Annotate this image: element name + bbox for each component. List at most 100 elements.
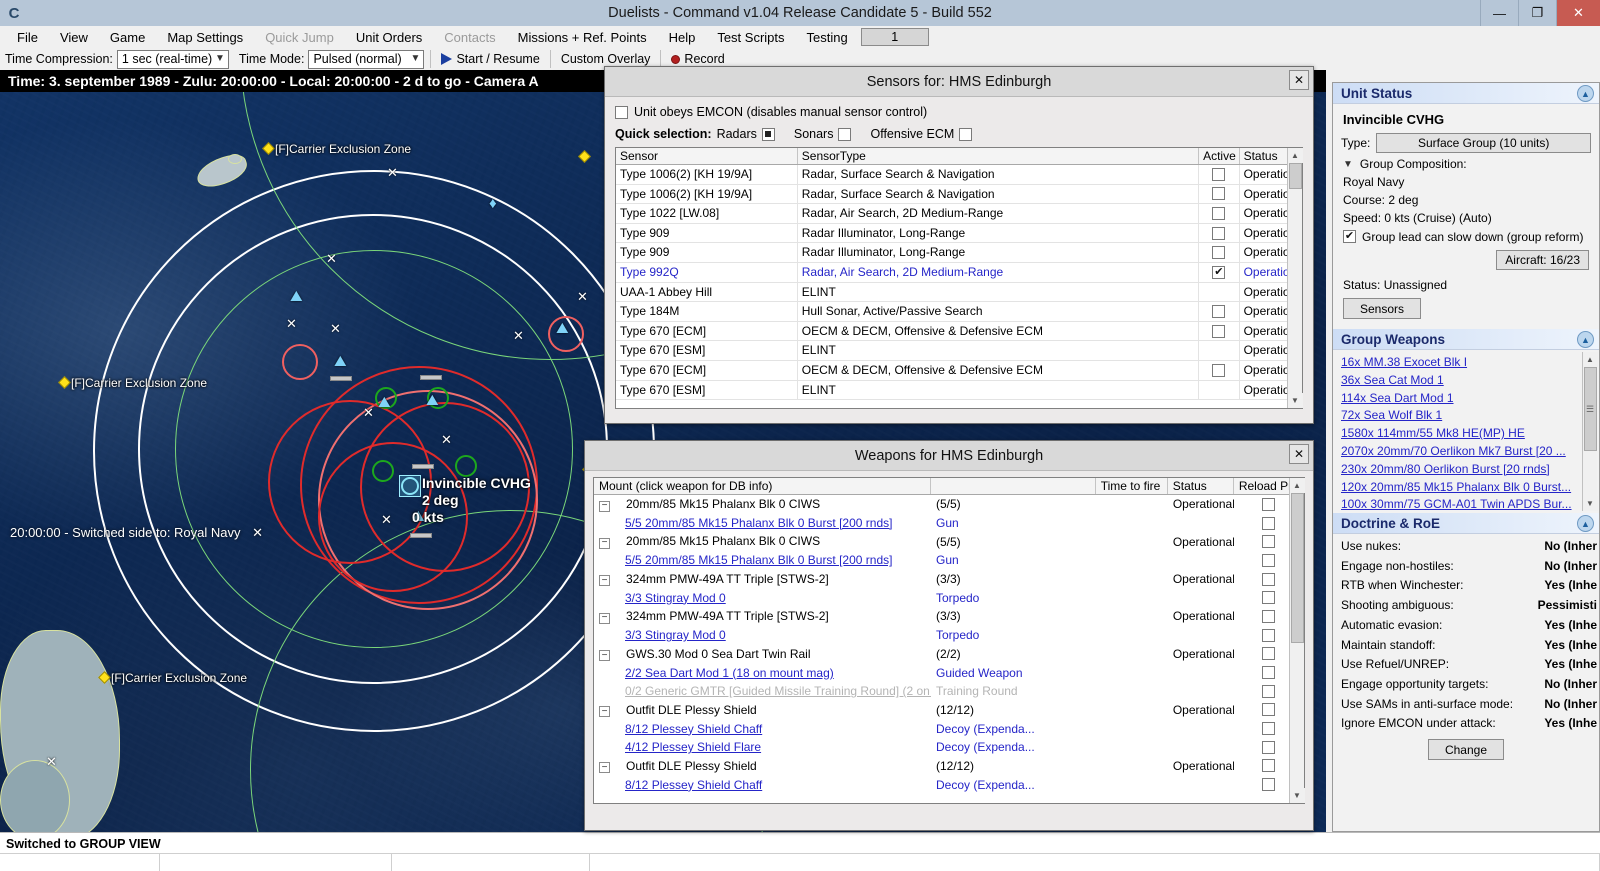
menu-file[interactable]: File	[6, 28, 49, 47]
sensor-active-cell[interactable]	[1199, 224, 1240, 243]
ship-icon[interactable]: ⛰	[290, 288, 303, 305]
scroll-up-icon[interactable]: ▲	[1583, 352, 1598, 367]
column-active[interactable]: Active	[1199, 148, 1240, 164]
scrollbar-thumb[interactable]: ☰	[1584, 367, 1597, 451]
sensor-active-checkbox[interactable]	[1212, 227, 1225, 240]
sensors-table-scrollbar[interactable]: ▲ ▼	[1287, 148, 1302, 408]
sensor-active-cell[interactable]	[1199, 341, 1240, 360]
sensor-active-cell[interactable]	[1199, 283, 1240, 302]
weapon-link[interactable]: 4/12 Plessey Shield Flare	[625, 740, 761, 754]
table-row[interactable]: Type 670 [ESM]ELINTOperational	[616, 381, 1302, 401]
group-weapon-link[interactable]: 100x 30mm/75 GCM-A01 Twin APDS Bur...	[1341, 496, 1599, 513]
group-weapon-link[interactable]: 2070x 20mm/70 Oerlikon Mk7 Burst [20 ...	[1341, 443, 1599, 461]
ship-icon[interactable]: ♦	[489, 195, 497, 212]
table-row[interactable]: Type 184MHull Sonar, Active/Passive Sear…	[616, 302, 1302, 322]
contact-marker[interactable]: ✕	[286, 316, 297, 332]
reload-priority-checkbox[interactable]	[1262, 573, 1275, 586]
record-button[interactable]: Record	[667, 52, 728, 66]
sensor-active-checkbox[interactable]	[1212, 325, 1225, 338]
weapon-mount-cell[interactable]: −Outfit DLE Plessy Shield	[594, 759, 931, 774]
expander-icon[interactable]: −	[599, 762, 610, 773]
scroll-down-icon[interactable]: ▼	[1288, 393, 1303, 408]
unit-bar-icon[interactable]	[410, 533, 432, 538]
reload-priority-checkbox[interactable]	[1262, 591, 1275, 604]
ship-icon[interactable]: ⛰	[378, 394, 391, 411]
scroll-up-icon[interactable]: ▲	[1288, 148, 1303, 163]
reload-priority-checkbox[interactable]	[1262, 722, 1275, 735]
column-loadout[interactable]	[931, 478, 1096, 494]
ship-icon[interactable]: ⛰	[334, 353, 347, 370]
collapse-icon[interactable]: ▲	[1577, 331, 1594, 348]
scroll-up-icon[interactable]: ▲	[1290, 478, 1305, 493]
table-row[interactable]: Type 992QRadar, Air Search, 2D Medium-Ra…	[616, 263, 1302, 283]
sensor-active-checkbox[interactable]	[1212, 305, 1225, 318]
group-lead-slowdown-row[interactable]: Group lead can slow down (group reform)	[1343, 230, 1591, 244]
map-message-close-icon[interactable]: ✕	[252, 525, 263, 540]
sensor-active-cell[interactable]	[1199, 322, 1240, 341]
minimize-button[interactable]: —	[1480, 0, 1518, 26]
table-row[interactable]: Type 909Radar Illuminator, Long-RangeOpe…	[616, 243, 1302, 263]
maximize-button[interactable]: ❐	[1518, 0, 1556, 26]
reload-priority-checkbox[interactable]	[1262, 647, 1275, 660]
group-weapon-link[interactable]: 72x Sea Wolf Blk 1	[1341, 407, 1599, 425]
emcon-checkbox[interactable]	[615, 106, 628, 119]
reload-priority-checkbox[interactable]	[1262, 666, 1275, 679]
table-row[interactable]: −Outfit DLE Plessy Shield(12/12)Operatio…	[594, 757, 1304, 776]
weapon-mount-cell[interactable]: −GWS.30 Mod 0 Sea Dart Twin Rail	[594, 647, 931, 662]
weapon-mount-cell[interactable]: 8/12 Plessey Shield Chaff	[594, 778, 931, 792]
expander-icon[interactable]: −	[599, 706, 610, 717]
table-row[interactable]: 0/2 Generic GMTR [Guided Missile Trainin…	[594, 682, 1304, 701]
ship-icon[interactable]: ⛰	[426, 392, 439, 409]
reload-priority-checkbox[interactable]	[1262, 517, 1275, 530]
sensors-table[interactable]: Sensor SensorType Active Status Type 100…	[615, 147, 1303, 409]
reload-priority-checkbox[interactable]	[1262, 535, 1275, 548]
group-weapon-link[interactable]: 36x Sea Cat Mod 1	[1341, 372, 1599, 390]
weapon-link[interactable]: 2/2 Sea Dart Mod 1 (18 on mount mag)	[625, 666, 834, 680]
contact-marker[interactable]: ✕	[387, 165, 398, 181]
table-row[interactable]: −20mm/85 Mk15 Phalanx Blk 0 CIWS(5/5)Ope…	[594, 495, 1304, 514]
expander-icon[interactable]: −	[599, 575, 610, 586]
sensor-active-cell[interactable]	[1199, 263, 1240, 282]
weapon-link[interactable]: 3/3 Stingray Mod 0	[625, 591, 726, 605]
reload-priority-checkbox[interactable]	[1262, 554, 1275, 567]
reload-priority-checkbox[interactable]	[1262, 610, 1275, 623]
collapse-icon[interactable]: ▲	[1577, 85, 1594, 102]
expander-icon[interactable]: −	[599, 538, 610, 549]
emcon-checkbox-row[interactable]: Unit obeys EMCON (disables manual sensor…	[615, 105, 1313, 119]
weapon-mount-cell[interactable]: 5/5 20mm/85 Mk15 Phalanx Blk 0 Burst [20…	[594, 516, 931, 530]
weapon-link[interactable]: 5/5 20mm/85 Mk15 Phalanx Blk 0 Burst [20…	[625, 516, 892, 530]
group-weapon-link[interactable]: 114x Sea Dart Mod 1	[1341, 390, 1599, 408]
sensor-active-cell[interactable]	[1199, 165, 1240, 184]
column-mount[interactable]: Mount (click weapon for DB info)	[594, 478, 931, 494]
table-row[interactable]: 5/5 20mm/85 Mk15 Phalanx Blk 0 Burst [20…	[594, 514, 1304, 533]
table-row[interactable]: −20mm/85 Mk15 Phalanx Blk 0 CIWS(5/5)Ope…	[594, 532, 1304, 551]
close-button[interactable]: ✕	[1556, 0, 1600, 26]
weapon-mount-cell[interactable]: 3/3 Stingray Mod 0	[594, 628, 931, 642]
menu-missions-ref-points[interactable]: Missions + Ref. Points	[507, 28, 658, 47]
table-row[interactable]: −324mm PMW-49A TT Triple [STWS-2](3/3)Op…	[594, 607, 1304, 626]
weapon-mount-cell[interactable]: 8/12 Plessey Shield Chaff	[594, 722, 931, 736]
expander-icon[interactable]: −	[599, 501, 610, 512]
table-row[interactable]: 8/12 Plessey Shield ChaffDecoy (Expenda.…	[594, 775, 1304, 794]
reload-priority-checkbox[interactable]	[1262, 685, 1275, 698]
sensor-active-cell[interactable]	[1199, 204, 1240, 223]
weapon-mount-cell[interactable]: 0/2 Generic GMTR [Guided Missile Trainin…	[594, 684, 931, 698]
unit-bar-icon[interactable]	[420, 375, 442, 380]
expander-icon[interactable]: −	[599, 650, 610, 661]
weapon-link[interactable]: 5/5 20mm/85 Mk15 Phalanx Blk 0 Burst [20…	[625, 553, 892, 567]
change-doctrine-button[interactable]: Change	[1428, 739, 1504, 760]
custom-overlay-button[interactable]: Custom Overlay	[557, 52, 655, 66]
menu-help[interactable]: Help	[658, 28, 707, 47]
column-status[interactable]: Status	[1168, 478, 1234, 494]
group-weapon-link[interactable]: 120x 20mm/85 Mk15 Phalanx Blk 0 Burst...	[1341, 479, 1599, 497]
collapse-icon[interactable]: ▲	[1577, 515, 1594, 532]
time-compression-select[interactable]: 1 sec (real-time) ▼	[117, 50, 229, 69]
table-row[interactable]: 5/5 20mm/85 Mk15 Phalanx Blk 0 Burst [20…	[594, 551, 1304, 570]
table-row[interactable]: 3/3 Stingray Mod 0Torpedo	[594, 626, 1304, 645]
contact-marker[interactable]: ✕	[513, 328, 524, 344]
table-row[interactable]: Type 1006(2) [KH 19/9A]Radar, Surface Se…	[616, 185, 1302, 205]
reload-priority-checkbox[interactable]	[1262, 778, 1275, 791]
table-row[interactable]: Type 1006(2) [KH 19/9A]Radar, Surface Se…	[616, 165, 1302, 185]
unit-type-value[interactable]: Surface Group (10 units)	[1376, 133, 1591, 153]
column-time-to-fire[interactable]: Time to fire	[1096, 478, 1168, 494]
